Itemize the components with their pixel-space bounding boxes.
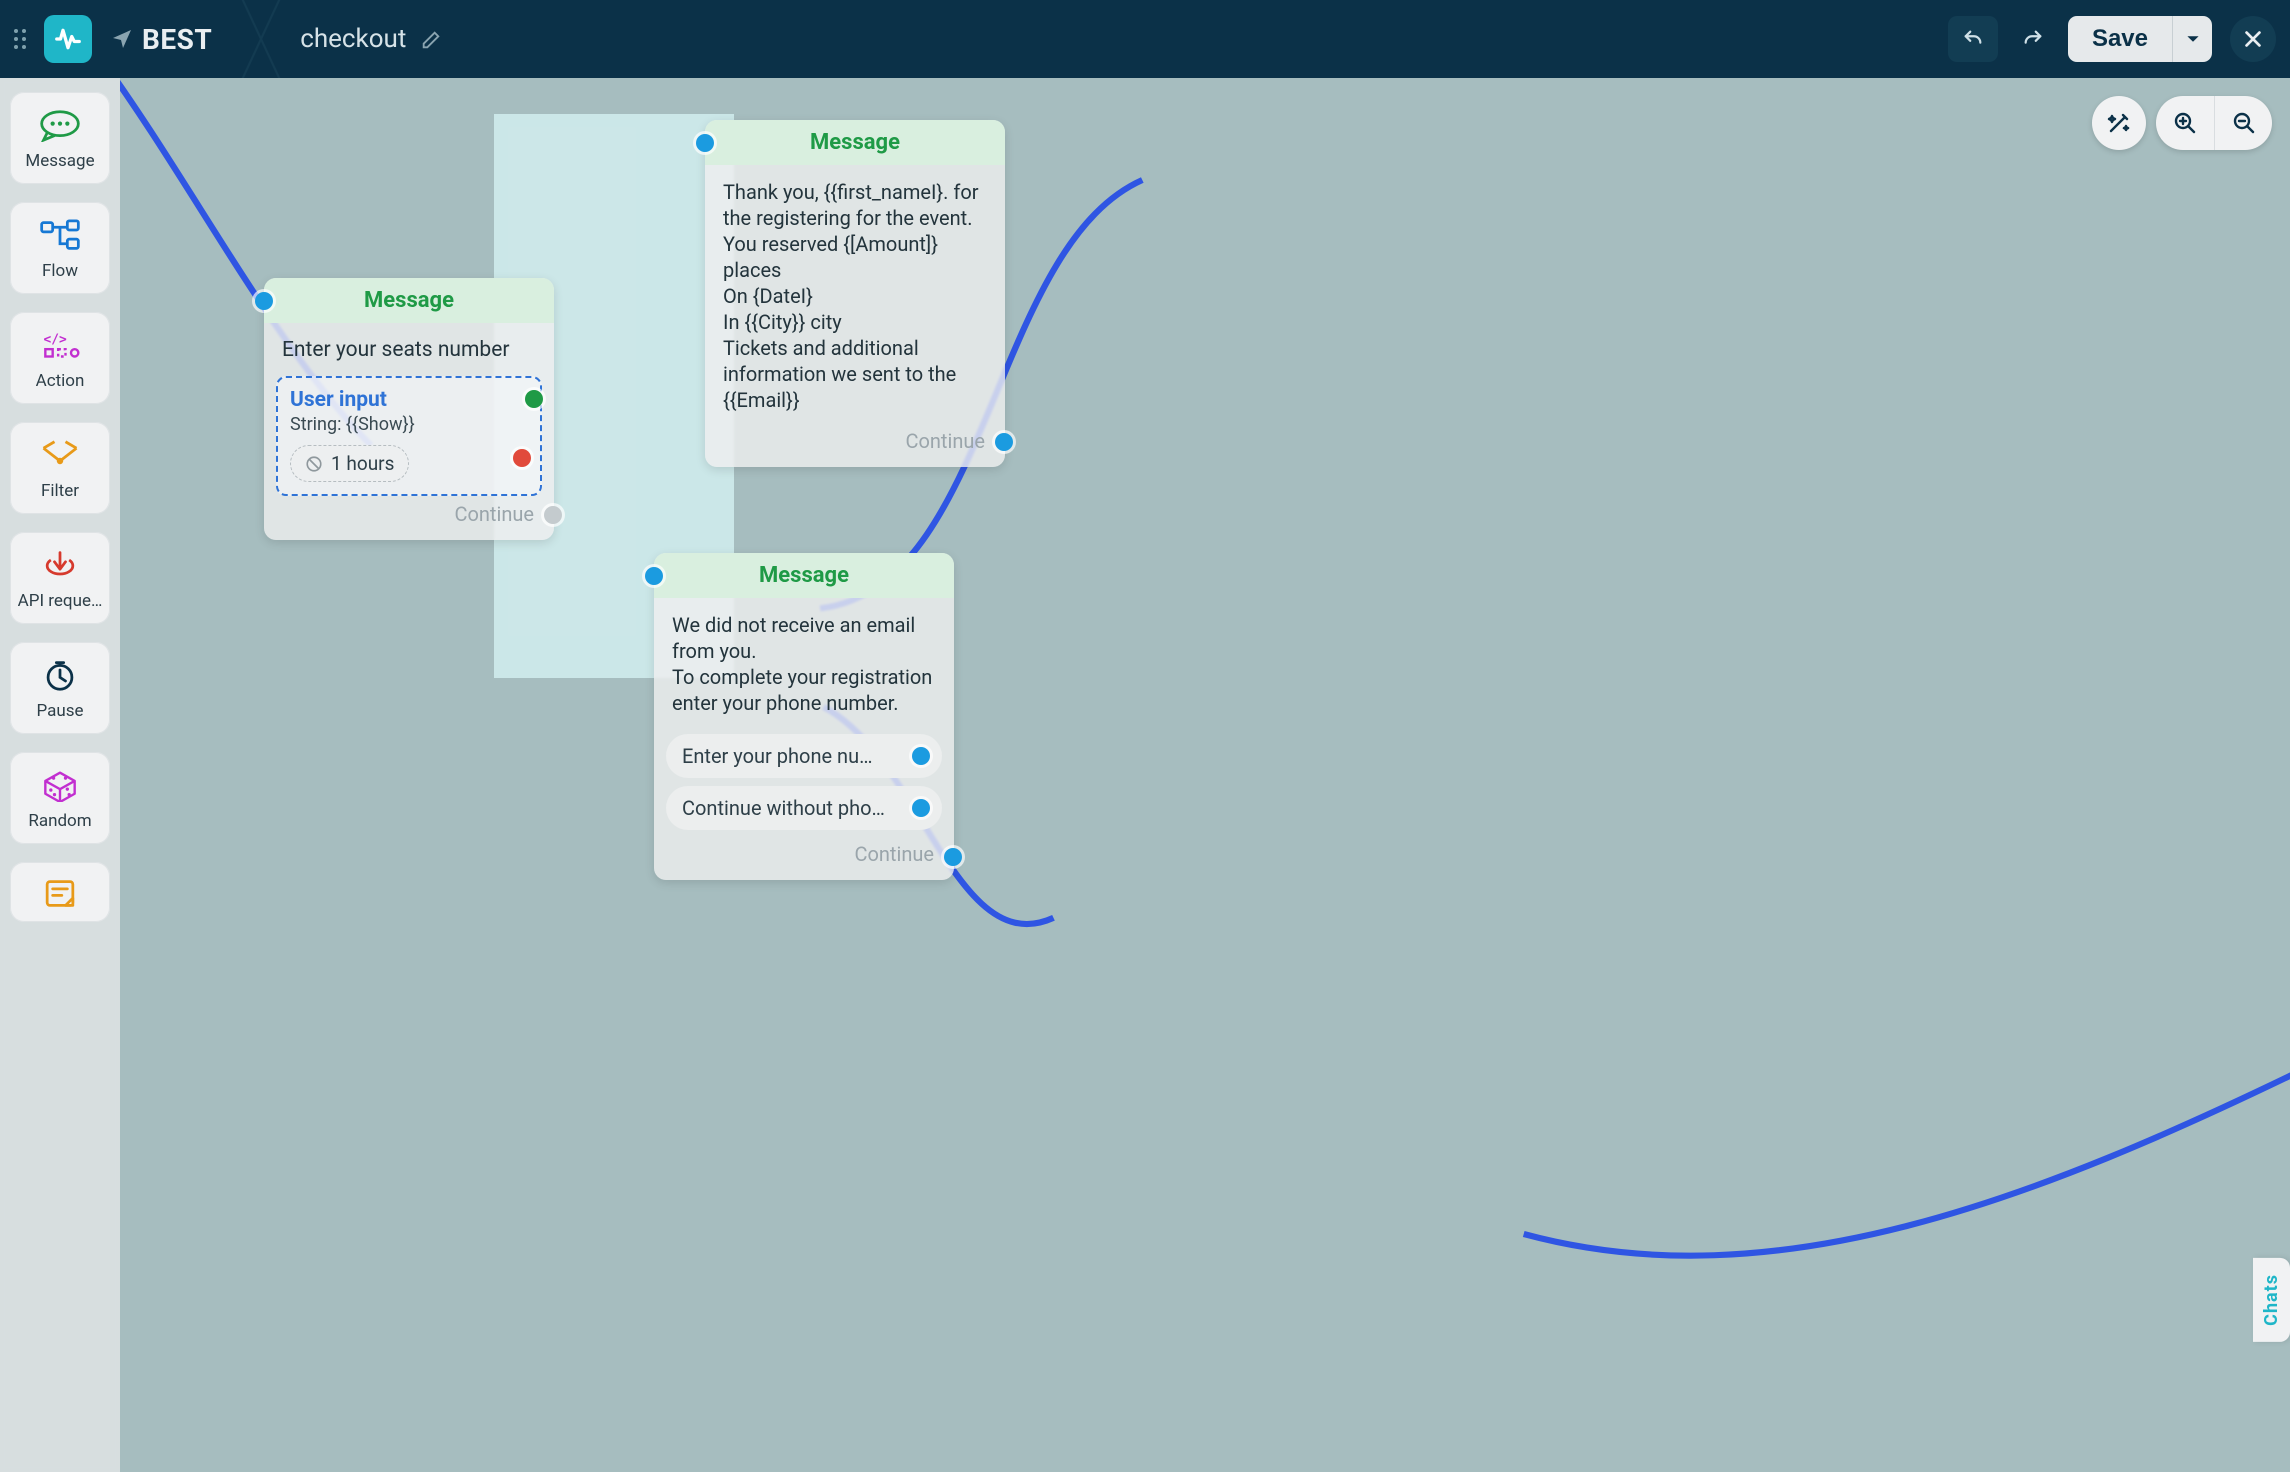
svg-text:</>: </> bbox=[44, 332, 67, 347]
save-dropdown-caret[interactable] bbox=[2172, 16, 2212, 62]
node-continue-label: Continue bbox=[854, 842, 934, 866]
block-palette: Message Flow </> Action Filter API reque… bbox=[0, 78, 120, 1472]
node-body-text: We did not receive an email from you. To… bbox=[654, 598, 954, 726]
edit-pencil-icon[interactable] bbox=[420, 28, 442, 50]
save-button[interactable]: Save bbox=[2068, 16, 2172, 62]
node-in-port[interactable] bbox=[255, 292, 273, 310]
option-skip-phone[interactable]: Continue without pho… bbox=[666, 786, 942, 830]
palette-label: Pause bbox=[36, 701, 83, 721]
node-prompt-text: Enter your seats number bbox=[282, 337, 536, 364]
random-icon bbox=[38, 767, 82, 803]
node-continue-label: Continue bbox=[454, 502, 534, 526]
api-icon bbox=[38, 547, 82, 583]
flow-name-label: checkout bbox=[300, 24, 406, 54]
palette-label: Action bbox=[36, 371, 85, 391]
palette-label: Filter bbox=[41, 481, 79, 501]
forbid-icon bbox=[305, 455, 323, 473]
option-enter-phone[interactable]: Enter your phone nu… bbox=[666, 734, 942, 778]
palette-label: Random bbox=[28, 811, 91, 831]
node-message-thanks[interactable]: Message Thank you, {{first_nameI}. for t… bbox=[705, 120, 1005, 467]
zoom-in-button[interactable] bbox=[2156, 96, 2214, 150]
palette-filter[interactable]: Filter bbox=[10, 422, 110, 514]
node-message-seats[interactable]: Message Enter your seats number User inp… bbox=[264, 278, 554, 540]
palette-random[interactable]: Random bbox=[10, 752, 110, 844]
palette-pause[interactable]: Pause bbox=[10, 642, 110, 734]
node-title: Message bbox=[654, 553, 954, 598]
palette-label: Flow bbox=[42, 261, 78, 281]
flow-name[interactable]: checkout bbox=[300, 24, 442, 54]
palette-action[interactable]: </> Action bbox=[10, 312, 110, 404]
user-input-block[interactable]: User input String: {{Show}} 1 hours bbox=[276, 376, 542, 496]
node-in-port[interactable] bbox=[645, 567, 663, 585]
close-button[interactable] bbox=[2230, 16, 2276, 62]
user-input-title: User input bbox=[290, 388, 528, 412]
node-body-text: Thank you, {{first_nameI}. for the regis… bbox=[705, 165, 1005, 423]
option-label: Continue without pho… bbox=[682, 796, 885, 820]
palette-label: Message bbox=[25, 151, 94, 171]
filter-icon bbox=[38, 437, 82, 473]
flow-icon bbox=[38, 217, 82, 253]
pause-icon bbox=[38, 657, 82, 693]
zoom-controls bbox=[2092, 96, 2272, 150]
option-port[interactable] bbox=[912, 799, 930, 817]
chats-side-tab[interactable]: Chats bbox=[2253, 1258, 2290, 1342]
drag-handle-icon[interactable] bbox=[14, 29, 32, 49]
user-input-sub: String: {{Show}} bbox=[290, 414, 528, 435]
palette-flow[interactable]: Flow bbox=[10, 202, 110, 294]
save-group: Save bbox=[2068, 16, 2212, 62]
note-icon bbox=[38, 875, 82, 911]
node-continue-port[interactable] bbox=[995, 433, 1013, 451]
node-title: Message bbox=[264, 278, 554, 323]
action-icon: </> bbox=[38, 327, 82, 363]
option-port[interactable] bbox=[912, 747, 930, 765]
magic-stick-button[interactable] bbox=[2092, 96, 2146, 150]
topbar-right: Save bbox=[1948, 16, 2276, 62]
palette-note[interactable] bbox=[10, 862, 110, 922]
message-icon bbox=[38, 107, 82, 143]
redo-button[interactable] bbox=[2008, 16, 2058, 62]
palette-label: API reque… bbox=[18, 591, 103, 611]
timeout-chip-label: 1 hours bbox=[331, 452, 394, 475]
userinput-success-port[interactable] bbox=[525, 390, 543, 408]
send-icon bbox=[110, 27, 134, 51]
breadcrumb-divider bbox=[240, 0, 282, 78]
workspace-name[interactable]: BEST bbox=[110, 23, 240, 56]
undo-button[interactable] bbox=[1948, 16, 1998, 62]
brand-logo[interactable] bbox=[44, 15, 92, 63]
palette-message[interactable]: Message bbox=[10, 92, 110, 184]
option-label: Enter your phone nu… bbox=[682, 744, 873, 768]
top-bar: BEST checkout Save bbox=[0, 0, 2290, 78]
node-continue-port[interactable] bbox=[944, 848, 962, 866]
palette-api[interactable]: API reque… bbox=[10, 532, 110, 624]
zoom-out-button[interactable] bbox=[2214, 96, 2272, 150]
node-title: Message bbox=[705, 120, 1005, 165]
node-in-port[interactable] bbox=[696, 134, 714, 152]
node-continue-label: Continue bbox=[905, 429, 985, 453]
userinput-timeout-port[interactable] bbox=[513, 449, 531, 467]
timeout-chip[interactable]: 1 hours bbox=[290, 445, 409, 482]
workspace-label: BEST bbox=[142, 23, 212, 56]
node-message-no-email[interactable]: Message We did not receive an email from… bbox=[654, 553, 954, 880]
flow-canvas[interactable]: Chats Message Enter your seats number Us… bbox=[120, 78, 2290, 1472]
